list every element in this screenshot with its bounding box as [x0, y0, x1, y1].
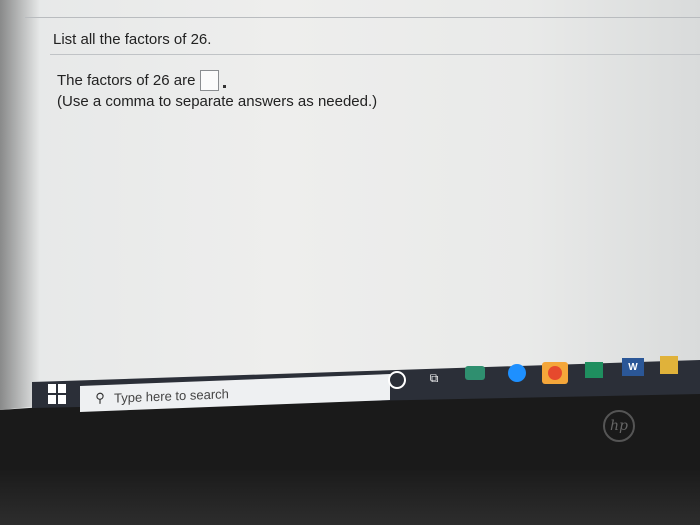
store-icon[interactable] [585, 362, 603, 378]
answer-input[interactable] [200, 70, 220, 91]
answer-hint: (Use a comma to separate answers as need… [57, 93, 378, 110]
hp-logo: hp [603, 410, 635, 442]
word-icon[interactable]: W [622, 358, 644, 376]
question-text: List all the factors of 26. [53, 31, 212, 48]
answer-line: The factors of 26 are [57, 70, 227, 91]
task-view-icon[interactable]: ⧉ [425, 369, 443, 387]
top-divider [25, 17, 700, 18]
browser-page [0, 0, 700, 410]
file-explorer-icon[interactable] [660, 356, 678, 374]
question-divider [50, 54, 700, 55]
answer-period [223, 85, 227, 88]
app-icon[interactable] [465, 366, 485, 380]
laptop-bezel [0, 470, 700, 525]
edge-icon[interactable] [508, 364, 526, 382]
search-placeholder: Type here to search [114, 385, 229, 406]
windows-start-icon[interactable] [48, 384, 68, 404]
screen-shadow [0, 0, 40, 410]
chrome-icon[interactable] [542, 362, 568, 384]
cortana-icon[interactable] [388, 371, 406, 389]
answer-prefix: The factors of 26 are [57, 72, 196, 89]
search-icon: ⚲ [95, 390, 105, 406]
